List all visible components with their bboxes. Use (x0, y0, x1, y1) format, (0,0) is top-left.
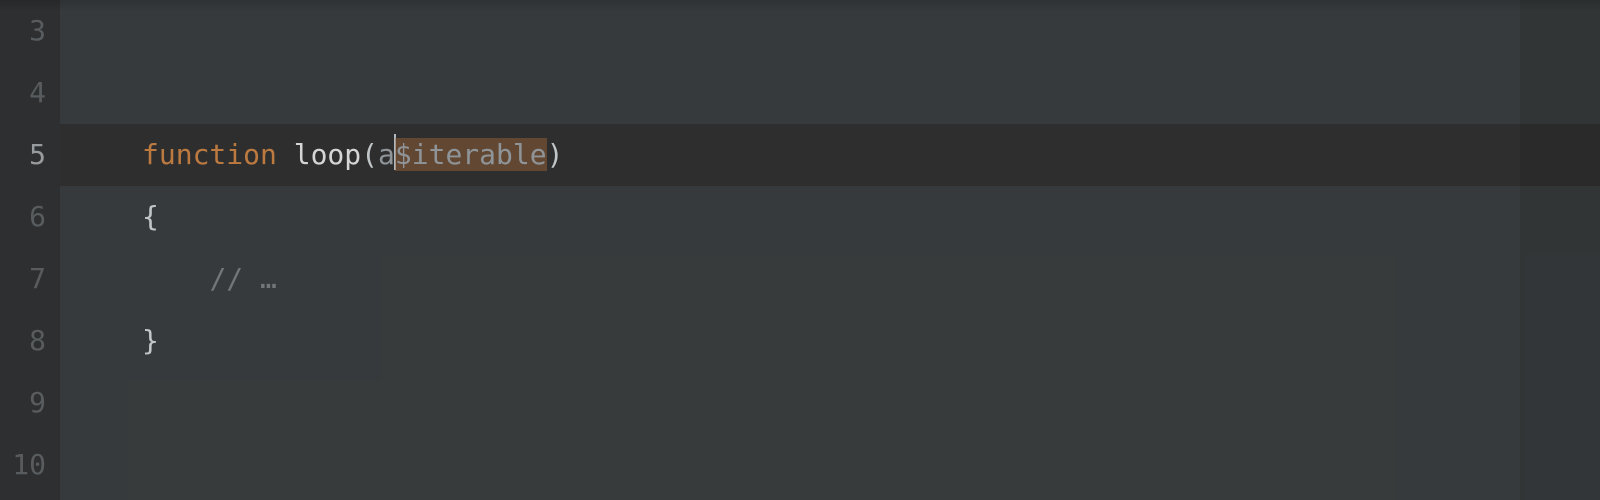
code-line[interactable] (60, 0, 1600, 62)
code-line-active[interactable]: function loop(a$iterable) (60, 124, 1600, 186)
brace-close: } (142, 324, 159, 357)
line-number: 9 (0, 372, 46, 434)
code-line[interactable] (60, 434, 1600, 496)
brace-open: { (142, 200, 159, 233)
line-number: 6 (0, 186, 46, 248)
function-name: loop (294, 138, 361, 171)
code-line[interactable] (60, 372, 1600, 434)
selected-placeholder[interactable]: $iterable (395, 138, 547, 171)
paren-open: ( (361, 138, 378, 171)
comment: // … (209, 262, 276, 295)
line-number: 4 (0, 62, 46, 124)
paren-close: ) (547, 138, 564, 171)
keyword: function (142, 138, 277, 171)
line-number: 10 (0, 434, 46, 496)
indent (142, 262, 209, 295)
code-line[interactable] (60, 62, 1600, 124)
code-line[interactable]: // … (60, 248, 1600, 310)
space (277, 138, 294, 171)
code-line[interactable]: { (60, 186, 1600, 248)
gutter: 3 4 5 6 7 8 9 10 (0, 0, 60, 500)
line-number: 8 (0, 310, 46, 372)
code-area[interactable]: function loop(a$iterable) { // … } (60, 0, 1600, 500)
line-number: 7 (0, 248, 46, 310)
code-line[interactable]: } (60, 310, 1600, 372)
typed-char: a (378, 138, 395, 171)
code-editor[interactable]: 3 4 5 6 7 8 9 10 function loop(a$iterabl… (0, 0, 1600, 500)
line-number-active: 5 (0, 124, 46, 186)
line-number: 3 (0, 0, 46, 62)
